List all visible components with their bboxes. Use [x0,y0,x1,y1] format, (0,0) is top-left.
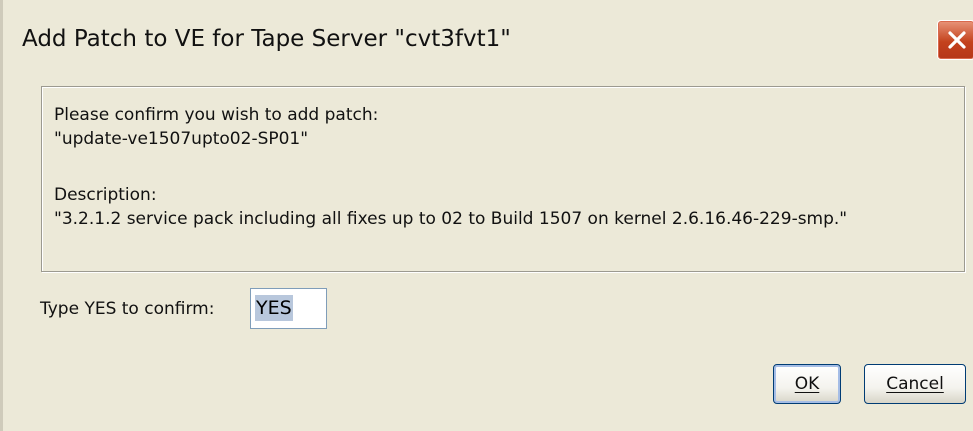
close-icon [948,31,966,49]
cancel-button[interactable]: Cancel [864,364,966,404]
cancel-button-label: Cancel [886,374,944,394]
dialog-window: Add Patch to VE for Tape Server "cvt3fvt… [0,0,973,431]
close-button[interactable] [937,20,973,60]
patch-name: "update-ve1507upto02-SP01" [54,129,309,149]
title-bar[interactable]: Add Patch to VE for Tape Server "cvt3fvt… [3,0,973,86]
confirm-label: Type YES to confirm: [40,299,215,319]
description-label: Description: [54,185,157,205]
confirm-input[interactable]: YES [250,288,327,329]
ok-button[interactable]: OK [773,364,841,404]
confirm-input-value: YES [255,295,293,321]
window-title: Add Patch to VE for Tape Server "cvt3fvt… [22,26,511,52]
message-panel: Please confirm you wish to add patch: "u… [41,86,965,272]
confirm-prompt: Please confirm you wish to add patch: [54,105,379,125]
ok-button-label: OK [794,374,820,394]
patch-description: "3.2.1.2 service pack including all fixe… [54,209,848,229]
